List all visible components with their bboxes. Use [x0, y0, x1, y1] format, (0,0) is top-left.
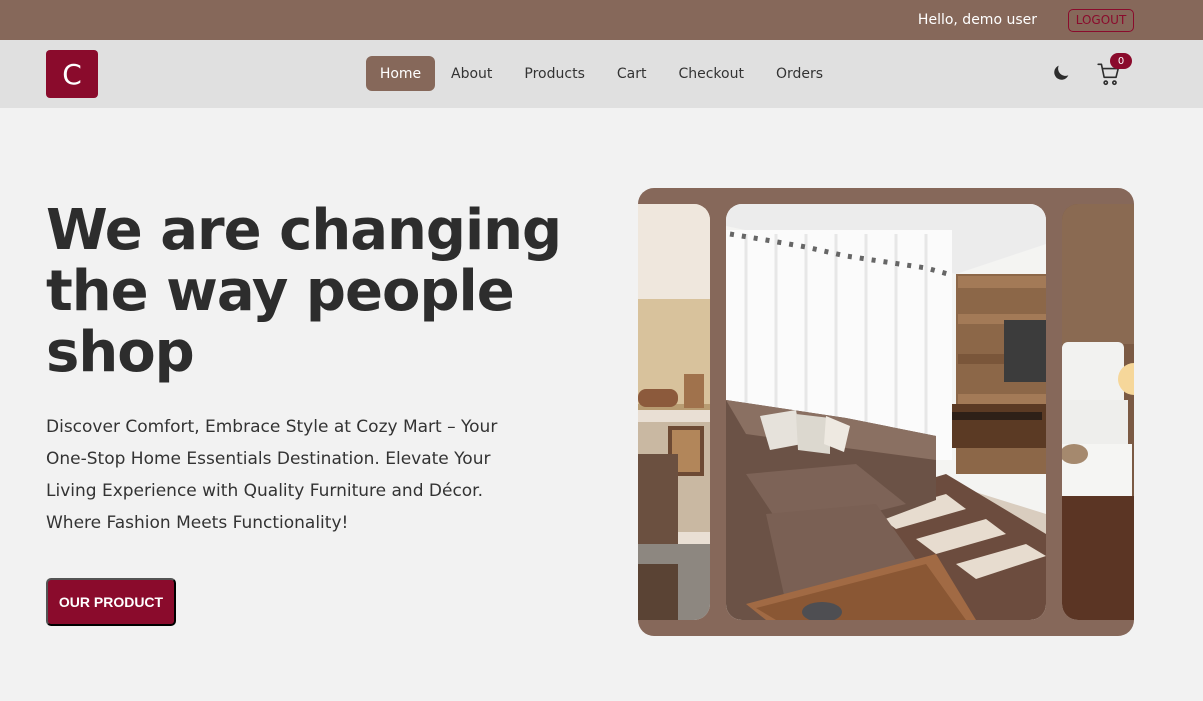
nav-links: Home About Products Cart Checkout Orders: [366, 56, 839, 91]
nav-link-cart[interactable]: Cart: [601, 56, 663, 91]
top-bar: Hello, demo user LOGOUT: [0, 0, 1203, 40]
carousel-slide-previous[interactable]: [638, 204, 710, 620]
navbar: C Home About Products Cart Checkout Orde…: [0, 40, 1203, 108]
nav-link-orders[interactable]: Orders: [760, 56, 839, 91]
cart-button[interactable]: 0: [1096, 53, 1132, 89]
logo[interactable]: C: [46, 50, 98, 98]
nav-link-home[interactable]: Home: [366, 56, 435, 91]
logout-button[interactable]: LOGOUT: [1068, 8, 1134, 32]
image-carousel[interactable]: [638, 188, 1134, 636]
moon-icon[interactable]: [1050, 62, 1072, 88]
nav-link-about[interactable]: About: [435, 56, 508, 91]
carousel-slide-active[interactable]: [726, 204, 1046, 620]
hero-description: Discover Comfort, Embrace Style at Cozy …: [46, 417, 498, 533]
nav-link-checkout[interactable]: Checkout: [662, 56, 760, 91]
hero-title: We are changing the way people shop: [46, 198, 562, 385]
greeting-text: Hello, demo user: [917, 12, 1037, 28]
carousel-slide-next[interactable]: [1062, 204, 1134, 620]
our-product-button[interactable]: OUR PRODUCT: [46, 578, 176, 626]
cart-count-badge: 0: [1110, 53, 1132, 69]
nav-link-products[interactable]: Products: [508, 56, 600, 91]
